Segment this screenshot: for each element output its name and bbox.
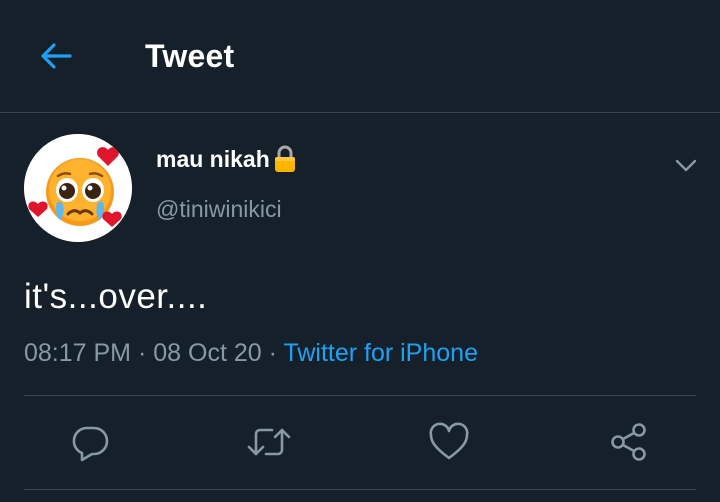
arrow-left-icon	[41, 43, 72, 69]
pleading-face-emoji-icon	[24, 134, 132, 242]
lock-icon	[273, 145, 297, 173]
meta-separator: ·	[137, 339, 147, 367]
top-bar: Tweet	[0, 0, 720, 113]
display-name[interactable]: mau nikah	[156, 146, 270, 173]
meta-separator: ·	[268, 339, 277, 367]
more-options-button[interactable]	[668, 148, 704, 184]
page-title: Tweet	[145, 38, 235, 74]
author-name-row[interactable]: mau nikah	[156, 145, 297, 173]
divider	[24, 489, 696, 490]
tweet-date: 08 Oct 20	[153, 339, 262, 367]
reply-icon	[72, 426, 109, 462]
share-button[interactable]	[605, 418, 653, 466]
chevron-down-icon	[675, 159, 697, 172]
retweet-icon	[247, 428, 291, 456]
retweet-button[interactable]	[245, 418, 293, 466]
like-icon	[429, 422, 469, 460]
share-icon	[611, 423, 646, 461]
tweet-time: 08:17 PM	[24, 339, 132, 367]
tweet-source-link[interactable]: Twitter for iPhone	[283, 339, 478, 367]
tweet-text: it's...over....	[24, 277, 208, 316]
like-button[interactable]	[425, 418, 473, 466]
tweet-actions-bar	[0, 396, 720, 488]
tweet-meta: 08:17 PM · 08 Oct 20 · Twitter for iPhon…	[24, 339, 478, 368]
reply-button[interactable]	[66, 418, 114, 466]
back-button[interactable]	[34, 34, 78, 78]
user-handle[interactable]: @tiniwinikici	[156, 196, 282, 223]
avatar[interactable]	[24, 134, 132, 242]
